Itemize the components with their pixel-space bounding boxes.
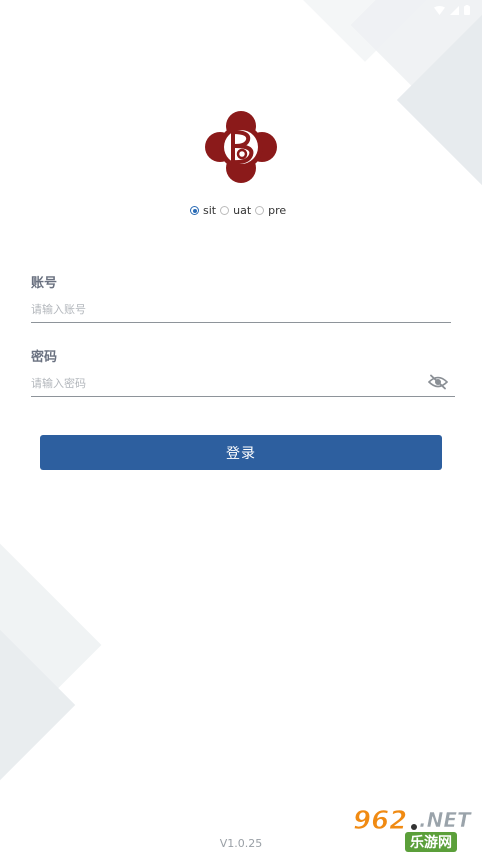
env-option-sit[interactable]: sit xyxy=(190,204,216,217)
battery-icon xyxy=(464,5,470,15)
signal-icon xyxy=(450,5,459,15)
env-option-label: uat xyxy=(233,204,252,217)
env-option-pre[interactable]: pre xyxy=(255,204,286,217)
radio-checked-icon[interactable] xyxy=(190,206,199,215)
account-underline xyxy=(31,322,451,323)
password-underline xyxy=(31,396,455,397)
watermark-net: .NET xyxy=(419,808,471,833)
eye-off-icon[interactable] xyxy=(428,374,448,390)
password-input[interactable] xyxy=(31,371,421,395)
wifi-icon xyxy=(434,5,445,15)
login-button[interactable]: 登录 xyxy=(40,435,442,470)
radio-unchecked-icon[interactable] xyxy=(255,206,265,215)
status-bar xyxy=(434,3,470,17)
environment-radio-group: sit uat pre xyxy=(190,204,290,217)
env-option-label: sit xyxy=(203,204,217,217)
watermark-dot xyxy=(411,824,417,830)
env-option-uat[interactable]: uat xyxy=(220,204,251,217)
site-watermark: 962 .NET 乐游网 xyxy=(345,806,477,852)
account-input[interactable] xyxy=(31,297,449,321)
b-cloud-logo-icon xyxy=(205,111,277,183)
account-label: 账号 xyxy=(31,276,58,291)
radio-unchecked-icon[interactable] xyxy=(220,206,230,215)
env-option-label: pre xyxy=(268,204,287,217)
password-label: 密码 xyxy=(31,350,58,365)
watermark-sub: 乐游网 xyxy=(405,832,457,852)
watermark-number: 962 xyxy=(352,806,408,837)
